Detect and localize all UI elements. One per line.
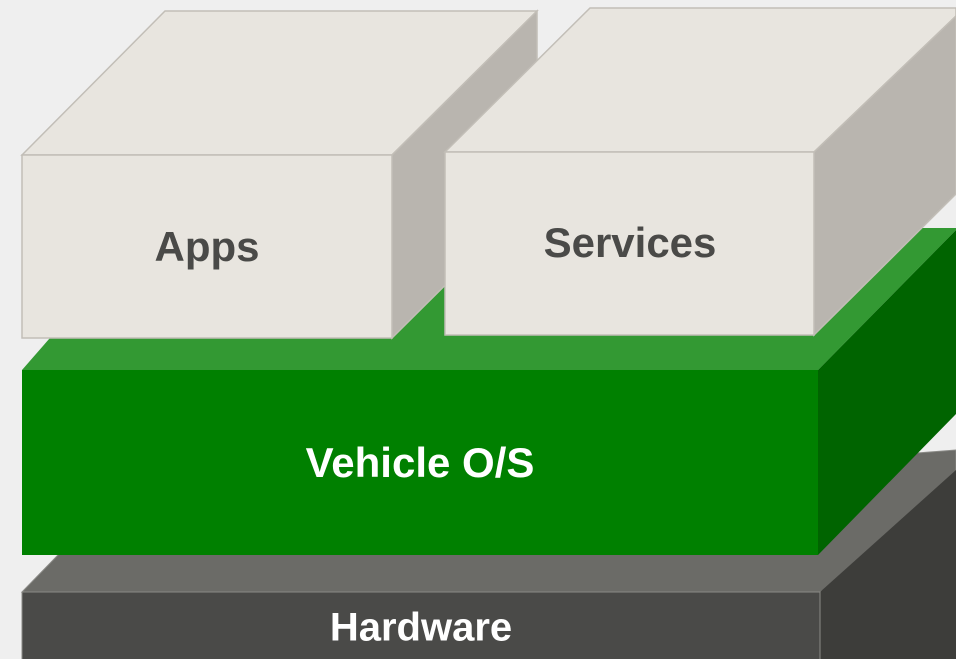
hardware-label: Hardware [330, 606, 512, 650]
diagram-canvas: Hardware Vehicle O/S Apps Services [20, 7, 956, 659]
layer-stack-diagram: Hardware Vehicle O/S Apps Services [0, 0, 956, 659]
services-label: Services [544, 219, 717, 266]
vehicle-os-label: Vehicle O/S [306, 439, 535, 486]
apps-label: Apps [155, 223, 260, 270]
